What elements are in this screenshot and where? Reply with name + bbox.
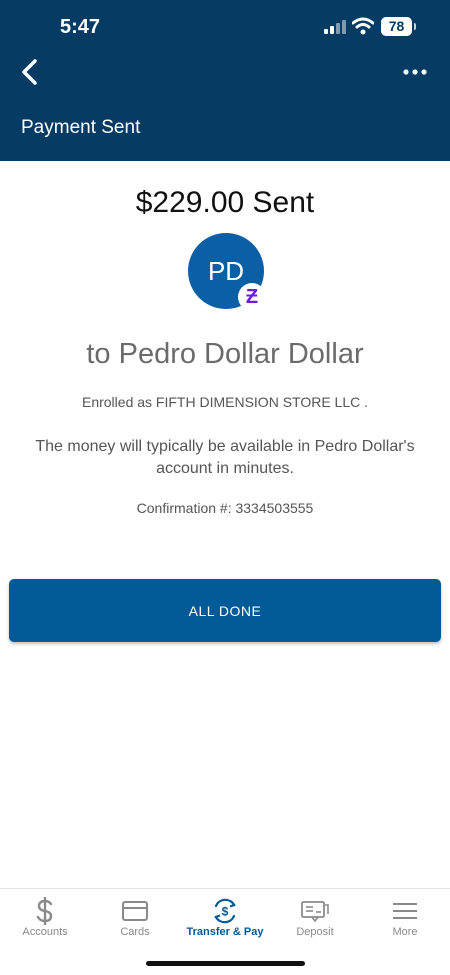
tab-accounts[interactable]: Accounts bbox=[0, 889, 90, 949]
confirmation-number: Confirmation #: 3334503555 bbox=[136, 500, 314, 516]
avatar-initials: PD bbox=[207, 255, 245, 286]
tab-deposit[interactable]: Deposit bbox=[270, 889, 360, 949]
zelle-badge: Ƶ bbox=[238, 283, 266, 311]
more-options-button[interactable] bbox=[402, 64, 428, 80]
transfer-icon: $ bbox=[180, 897, 270, 925]
tab-label: More bbox=[392, 926, 418, 938]
back-button[interactable] bbox=[18, 58, 42, 86]
tab-label: Deposit bbox=[296, 926, 334, 938]
payment-amount: $229.00 Sent bbox=[135, 186, 315, 219]
wifi-icon bbox=[352, 17, 374, 35]
tab-more[interactable]: More bbox=[360, 889, 450, 949]
chevron-left-icon bbox=[22, 59, 37, 85]
battery-indicator: 78 bbox=[381, 17, 416, 36]
dollar-icon bbox=[0, 897, 90, 925]
menu-icon bbox=[360, 897, 450, 925]
card-icon bbox=[90, 897, 180, 925]
status-time: 5:47 bbox=[60, 16, 101, 38]
tab-label: Cards bbox=[120, 926, 150, 938]
ellipsis-icon bbox=[403, 69, 427, 75]
page-title: Payment Sent bbox=[21, 117, 141, 138]
tab-label: Accounts bbox=[22, 926, 68, 938]
app-header: 5:47 78 Payment Sent bbox=[0, 0, 450, 161]
cellular-signal-icon bbox=[324, 20, 346, 34]
availability-message: The money will typically be available in… bbox=[35, 438, 415, 477]
tab-label: Transfer & Pay bbox=[186, 926, 264, 938]
all-done-button[interactable]: ALL DONE bbox=[9, 579, 441, 642]
tab-cards[interactable]: Cards bbox=[90, 889, 180, 949]
recipient-name: to Pedro Dollar Dollar bbox=[86, 338, 364, 370]
enrolled-as-text: Enrolled as FIFTH DIMENSION STORE LLC . bbox=[81, 394, 369, 410]
check-deposit-icon bbox=[270, 897, 360, 925]
zelle-icon: Ƶ bbox=[245, 286, 259, 308]
home-indicator[interactable] bbox=[146, 961, 305, 966]
tab-transfer-pay[interactable]: $ Transfer & Pay bbox=[180, 889, 270, 949]
svg-text:$: $ bbox=[222, 905, 229, 919]
